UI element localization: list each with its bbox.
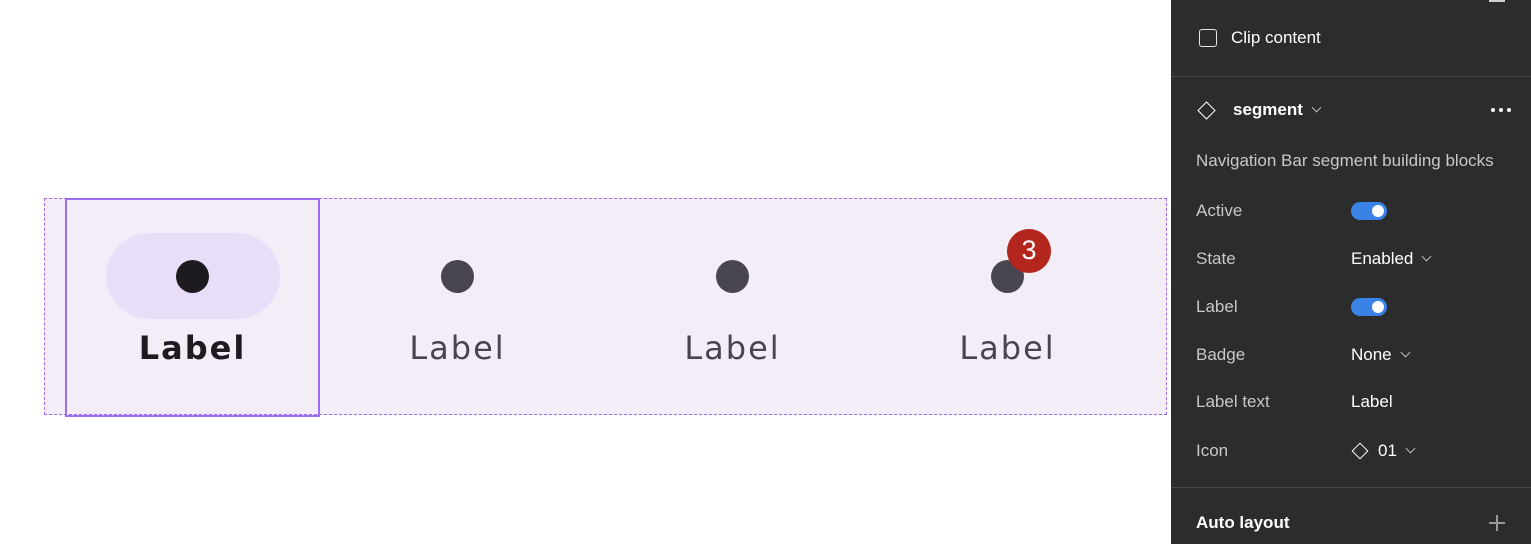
section-divider (1171, 76, 1531, 77)
prop-badge-row: Badge None (1196, 343, 1511, 367)
segment-icon: 3 (991, 228, 1051, 293)
navigation-bar-frame[interactable]: Label Label Label 3 Label (44, 198, 1167, 417)
icon-swap-dropdown[interactable]: 01 (1351, 441, 1416, 461)
prop-active-name: Active (1196, 201, 1243, 220)
indicator: 3 (921, 228, 1095, 319)
clip-content-checkbox[interactable] (1199, 29, 1217, 47)
label-toggle[interactable] (1351, 298, 1387, 316)
icon-value: 01 (1378, 441, 1397, 460)
badge-value: None (1351, 345, 1392, 364)
prop-state-row: State Enabled (1196, 247, 1511, 271)
prop-label-name: Label (1196, 297, 1238, 316)
clip-content-row[interactable]: Clip content (1199, 28, 1321, 48)
auto-layout-section: Auto layout (1196, 513, 1505, 533)
state-value: Enabled (1351, 249, 1414, 268)
state-dropdown[interactable]: Enabled (1351, 249, 1432, 269)
chevron-down-icon (1421, 251, 1432, 261)
segment-label: Label (684, 329, 781, 367)
auto-layout-title: Auto layout (1196, 513, 1290, 532)
more-options-icon[interactable] (1491, 108, 1511, 112)
component-description: Navigation Bar segment building blocks (1196, 151, 1494, 170)
prop-icon-name: Icon (1196, 441, 1229, 460)
prop-label-row: Label (1196, 295, 1511, 319)
prop-label-text-row: Label text Label (1196, 390, 1511, 414)
design-canvas[interactable]: Label Label Label 3 Label (0, 0, 1171, 544)
collapse-icon[interactable] (1489, 0, 1505, 2)
prop-badge-name: Badge (1196, 345, 1246, 364)
active-indicator (105, 233, 280, 319)
label-text-input[interactable]: Label (1351, 392, 1393, 412)
segment-label: Label (138, 329, 247, 367)
prop-label-text-name: Label text (1196, 392, 1270, 411)
segment-1[interactable]: Label (65, 198, 320, 417)
segment-4[interactable]: 3 Label (870, 198, 1145, 417)
properties-panel: Clip content segment Navigation Bar segm… (1171, 0, 1531, 544)
plus-icon[interactable] (1489, 515, 1505, 531)
indicator (371, 233, 545, 319)
segment-label: Label (409, 329, 506, 367)
chevron-down-icon (1405, 443, 1416, 453)
segment-2[interactable]: Label (320, 198, 595, 417)
component-name[interactable]: segment (1233, 100, 1303, 120)
chevron-down-icon[interactable] (1311, 102, 1322, 112)
segment-label: Label (959, 329, 1056, 367)
component-instance-icon (1197, 100, 1216, 120)
prop-icon-row: Icon 01 (1196, 439, 1511, 463)
clip-content-label: Clip content (1231, 28, 1321, 47)
indicator (646, 233, 820, 319)
notification-badge: 3 (1007, 228, 1051, 273)
prop-active-row: Active (1196, 199, 1511, 223)
chevron-down-icon (1400, 347, 1411, 357)
segment-icon (176, 259, 209, 293)
prop-state-name: State (1196, 249, 1236, 268)
segment-3[interactable]: Label (595, 198, 870, 417)
segment-icon (716, 259, 749, 293)
active-toggle[interactable] (1351, 202, 1387, 220)
badge-dropdown[interactable]: None (1351, 345, 1411, 365)
section-divider (1171, 487, 1531, 488)
component-header: segment (1197, 100, 1511, 120)
component-instance-icon (1351, 442, 1369, 460)
segment-icon (441, 259, 474, 293)
